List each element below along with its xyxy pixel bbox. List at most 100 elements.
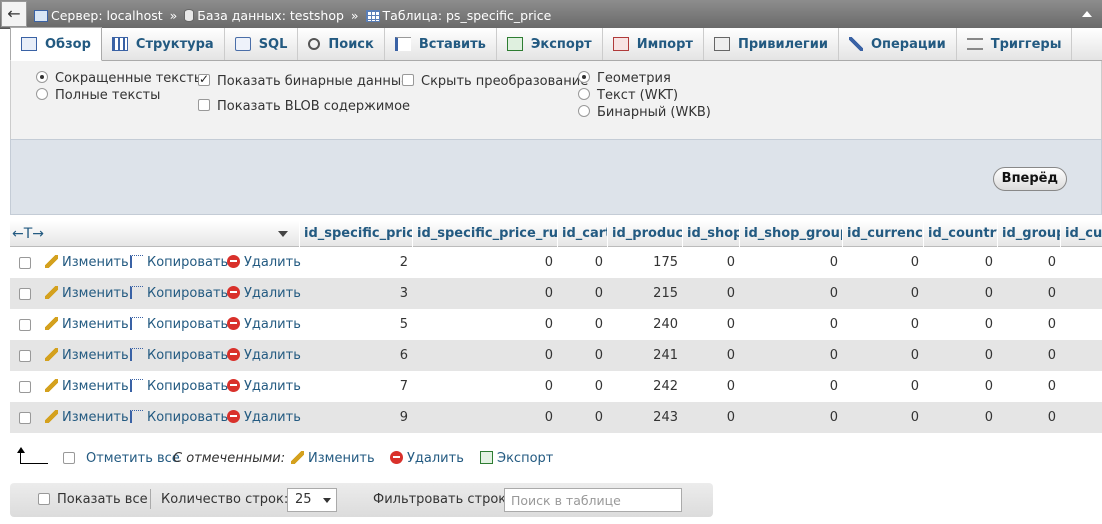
column-header[interactable]: id_specific_price bbox=[299, 221, 412, 247]
radio-button[interactable] bbox=[36, 88, 48, 100]
column-header[interactable]: id_country bbox=[923, 221, 997, 247]
table-cell: 0 bbox=[984, 379, 993, 394]
tab-triggers[interactable]: Триггеры bbox=[957, 28, 1073, 60]
table-cell: 9 bbox=[399, 410, 408, 425]
export-icon bbox=[506, 37, 523, 51]
row-delete-link[interactable]: Удалить bbox=[227, 371, 301, 402]
row-copy-link[interactable]: Копировать bbox=[130, 402, 228, 433]
row-checkbox[interactable] bbox=[19, 381, 31, 393]
table-cell: 175 bbox=[653, 255, 678, 270]
option-binary-wkb[interactable]: Бинарный (WKB) bbox=[578, 105, 711, 120]
breadcrumb-database[interactable]: База данных: testshop bbox=[197, 8, 344, 23]
tab-insert[interactable]: Вставить bbox=[385, 28, 497, 60]
row-delete-link[interactable]: Удалить bbox=[227, 309, 301, 340]
check-all-label[interactable]: Отметить все bbox=[86, 451, 180, 466]
checkbox[interactable] bbox=[198, 99, 210, 111]
row-checkbox[interactable] bbox=[19, 350, 31, 362]
table-cell: 5 bbox=[399, 317, 408, 332]
row-checkbox[interactable] bbox=[19, 412, 31, 424]
option-geometry[interactable]: Геометрия bbox=[578, 71, 671, 86]
row-checkbox[interactable] bbox=[19, 257, 31, 269]
row-edit-link[interactable]: Изменить bbox=[45, 309, 129, 340]
row-delete-link[interactable]: Удалить bbox=[227, 402, 301, 433]
row-copy-link[interactable]: Копировать bbox=[130, 309, 228, 340]
tab-label: Обзор bbox=[45, 36, 91, 52]
tab-label: Импорт bbox=[636, 36, 693, 52]
filter-rows-input[interactable] bbox=[504, 488, 682, 512]
pencil-icon bbox=[45, 317, 58, 330]
column-header[interactable]: id_specific_price_rule bbox=[412, 221, 557, 247]
row-copy-link[interactable]: Копировать bbox=[130, 278, 228, 309]
tab-browse[interactable]: Обзор bbox=[10, 27, 102, 61]
row-edit-link[interactable]: Изменить bbox=[45, 278, 129, 309]
column-header[interactable]: id_cart bbox=[557, 221, 607, 247]
row-delete-link[interactable]: Удалить bbox=[227, 247, 301, 278]
column-header[interactable]: id_cus bbox=[1060, 221, 1102, 247]
table-cell: 0 bbox=[1047, 379, 1056, 394]
collapse-up-icon[interactable] bbox=[1082, 11, 1092, 17]
row-count-select[interactable]: 25 bbox=[287, 488, 337, 512]
tab-export[interactable]: Экспорт bbox=[497, 28, 603, 60]
bulk-export-button[interactable]: Экспорт bbox=[480, 451, 553, 466]
row-copy-link[interactable]: Копировать bbox=[130, 371, 228, 402]
radio-button[interactable] bbox=[578, 71, 590, 83]
column-header[interactable]: id_shop bbox=[682, 221, 739, 247]
tab-import[interactable]: Импорт bbox=[603, 28, 704, 60]
row-edit-link[interactable]: Изменить bbox=[45, 340, 129, 371]
triggers-icon bbox=[966, 38, 983, 50]
checkbox[interactable] bbox=[38, 493, 50, 505]
show-all-checkbox[interactable] bbox=[38, 493, 57, 508]
table-row: Изменить Копировать Удалить 5 0 0 240 0 0 0 0 0 bbox=[10, 309, 1102, 340]
tab-structure[interactable]: Структура bbox=[102, 28, 225, 60]
table-cell: 0 bbox=[544, 379, 553, 394]
forward-button[interactable]: Вперёд bbox=[992, 167, 1067, 191]
row-copy-link[interactable]: Копировать bbox=[130, 247, 228, 278]
table-cell: 0 bbox=[1047, 410, 1056, 425]
row-copy-link[interactable]: Копировать bbox=[130, 340, 228, 371]
tab-sql[interactable]: SQL bbox=[225, 28, 299, 60]
row-delete-link[interactable]: Удалить bbox=[227, 278, 301, 309]
option-show-binary[interactable]: Показать бинарные данные bbox=[198, 72, 409, 89]
back-arrow-icon[interactable]: ← bbox=[1, 1, 27, 27]
table-row: Изменить Копировать Удалить 6 0 0 241 0 0 0 0 0 bbox=[10, 340, 1102, 371]
breadcrumb-server[interactable]: Сервер: localhost bbox=[51, 8, 163, 23]
column-resize-arrows-icon[interactable]: ←T→ bbox=[12, 221, 44, 247]
option-label: Полные тексты bbox=[55, 88, 161, 103]
server-icon bbox=[34, 9, 48, 22]
option-full-texts[interactable]: Полные тексты bbox=[36, 88, 160, 103]
sort-dropdown-icon[interactable] bbox=[278, 231, 288, 237]
tab-operations[interactable]: Операции bbox=[839, 28, 957, 60]
row-checkbox[interactable] bbox=[19, 288, 31, 300]
bulk-edit-button[interactable]: Изменить bbox=[291, 451, 375, 466]
table-cell: 2 bbox=[399, 255, 408, 270]
breadcrumb-table[interactable]: Таблица: ps_specific_price bbox=[383, 8, 552, 23]
bulk-delete-button[interactable]: Удалить bbox=[390, 451, 464, 466]
checkbox[interactable] bbox=[63, 452, 75, 464]
checkbox[interactable] bbox=[402, 74, 414, 86]
tab-search[interactable]: Поиск bbox=[298, 28, 385, 60]
radio-button[interactable] bbox=[578, 105, 590, 117]
column-header[interactable]: id_product bbox=[607, 221, 682, 247]
option-label: Бинарный (WKB) bbox=[597, 105, 711, 120]
column-header[interactable]: id_currency bbox=[842, 221, 923, 247]
row-edit-link[interactable]: Изменить bbox=[45, 402, 129, 433]
column-header[interactable]: id_group bbox=[997, 221, 1060, 247]
row-edit-link[interactable]: Изменить bbox=[45, 371, 129, 402]
option-hide-transform[interactable]: Скрыть преобразование bbox=[402, 74, 588, 89]
table-cell: 0 bbox=[544, 286, 553, 301]
radio-button[interactable] bbox=[36, 71, 48, 83]
option-text-wkt[interactable]: Текст (WKT) bbox=[578, 88, 678, 103]
radio-button[interactable] bbox=[578, 88, 590, 100]
row-delete-link[interactable]: Удалить bbox=[227, 340, 301, 371]
checkbox[interactable] bbox=[198, 72, 210, 86]
row-checkbox[interactable] bbox=[19, 319, 31, 331]
option-short-texts[interactable]: Сокращенные тексты bbox=[36, 71, 204, 86]
column-header[interactable]: id_shop_group bbox=[739, 221, 842, 247]
table-cell: 0 bbox=[829, 255, 838, 270]
tab-privileges[interactable]: Привилегии bbox=[704, 28, 839, 60]
check-all-checkbox[interactable] bbox=[63, 452, 82, 467]
chevron-down-icon bbox=[323, 498, 331, 503]
row-edit-link[interactable]: Изменить bbox=[45, 247, 129, 278]
table-cell: 0 bbox=[910, 348, 919, 363]
option-show-blob[interactable]: Показать BLOB содержимое bbox=[198, 99, 410, 114]
